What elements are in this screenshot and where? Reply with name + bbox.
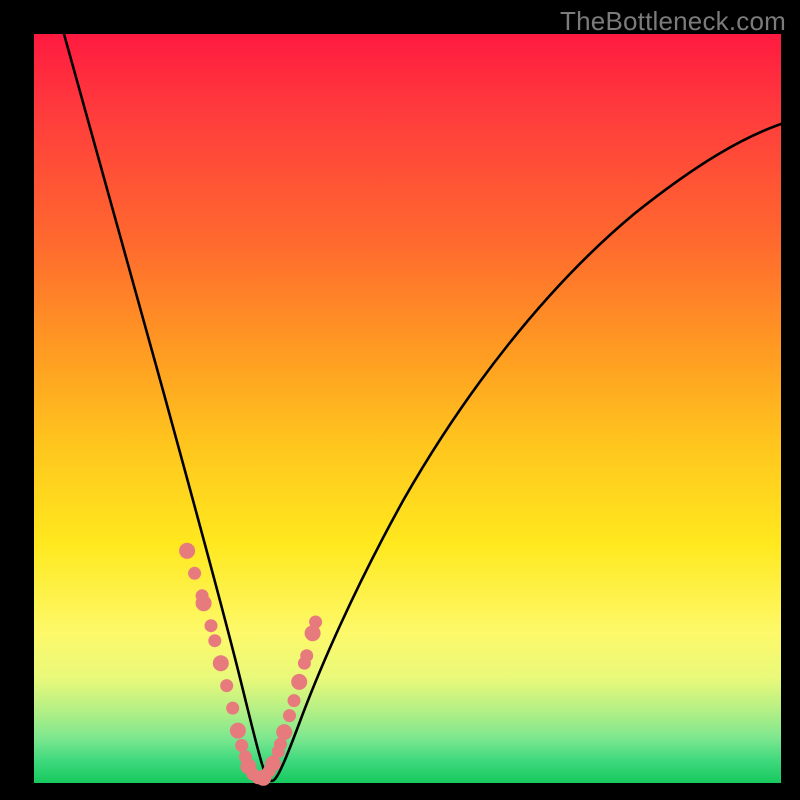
data-point [276, 724, 292, 740]
data-point [213, 655, 229, 671]
data-point [220, 679, 233, 692]
data-point [179, 543, 195, 559]
curve-layer [34, 34, 781, 783]
dot-layer [179, 543, 322, 786]
data-point [230, 723, 246, 739]
data-point [309, 616, 322, 629]
data-point [235, 739, 248, 752]
data-point [283, 709, 296, 722]
data-point [288, 694, 301, 707]
data-point [300, 649, 313, 662]
plot-area [34, 34, 781, 783]
data-point [208, 634, 221, 647]
curve-path [64, 34, 781, 781]
data-point [205, 619, 218, 632]
outer-frame: TheBottleneck.com [0, 0, 800, 800]
data-point [291, 674, 307, 690]
data-point [188, 567, 201, 580]
bottleneck-curve [64, 34, 781, 781]
data-point [226, 702, 239, 715]
watermark-text: TheBottleneck.com [560, 6, 786, 37]
data-point [196, 595, 212, 611]
